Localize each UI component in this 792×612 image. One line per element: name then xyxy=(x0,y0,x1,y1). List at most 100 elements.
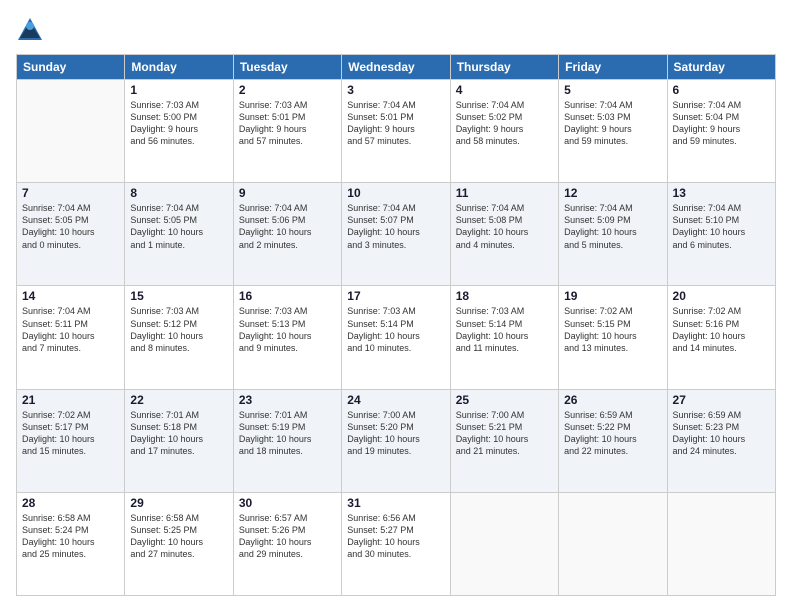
calendar-cell: 5 Sunrise: 7:04 AM Sunset: 5:03 PM Daylig… xyxy=(559,80,667,183)
calendar-cell: 15 Sunrise: 7:03 AM Sunset: 5:12 PM Dayli… xyxy=(125,286,233,389)
day-info: Sunrise: 7:03 AM Sunset: 5:00 PM Dayligh… xyxy=(130,99,227,148)
day-info: Sunrise: 6:58 AM Sunset: 5:25 PM Dayligh… xyxy=(130,512,227,561)
calendar-cell: 8 Sunrise: 7:04 AM Sunset: 5:05 PM Daylig… xyxy=(125,183,233,286)
day-info: Sunrise: 7:04 AM Sunset: 5:05 PM Dayligh… xyxy=(22,202,119,251)
day-info: Sunrise: 7:04 AM Sunset: 5:10 PM Dayligh… xyxy=(673,202,770,251)
week-row-2: 14 Sunrise: 7:04 AM Sunset: 5:11 PM Dayli… xyxy=(17,286,776,389)
day-number: 26 xyxy=(564,393,661,407)
day-info: Sunrise: 6:58 AM Sunset: 5:24 PM Dayligh… xyxy=(22,512,119,561)
week-row-4: 28 Sunrise: 6:58 AM Sunset: 5:24 PM Dayli… xyxy=(17,492,776,595)
day-info: Sunrise: 7:02 AM Sunset: 5:17 PM Dayligh… xyxy=(22,409,119,458)
day-info: Sunrise: 6:57 AM Sunset: 5:26 PM Dayligh… xyxy=(239,512,336,561)
calendar-cell xyxy=(17,80,125,183)
day-number: 14 xyxy=(22,289,119,303)
weekday-header-thursday: Thursday xyxy=(450,55,558,80)
calendar-cell: 27 Sunrise: 6:59 AM Sunset: 5:23 PM Dayli… xyxy=(667,389,775,492)
day-number: 22 xyxy=(130,393,227,407)
day-number: 27 xyxy=(673,393,770,407)
header xyxy=(16,16,776,44)
calendar-cell: 14 Sunrise: 7:04 AM Sunset: 5:11 PM Dayli… xyxy=(17,286,125,389)
calendar-cell: 21 Sunrise: 7:02 AM Sunset: 5:17 PM Dayli… xyxy=(17,389,125,492)
calendar-cell xyxy=(667,492,775,595)
calendar-cell: 4 Sunrise: 7:04 AM Sunset: 5:02 PM Daylig… xyxy=(450,80,558,183)
day-number: 29 xyxy=(130,496,227,510)
day-number: 5 xyxy=(564,83,661,97)
day-number: 6 xyxy=(673,83,770,97)
calendar-cell: 25 Sunrise: 7:00 AM Sunset: 5:21 PM Dayli… xyxy=(450,389,558,492)
day-info: Sunrise: 7:01 AM Sunset: 5:19 PM Dayligh… xyxy=(239,409,336,458)
day-info: Sunrise: 7:04 AM Sunset: 5:09 PM Dayligh… xyxy=(564,202,661,251)
day-number: 1 xyxy=(130,83,227,97)
week-row-3: 21 Sunrise: 7:02 AM Sunset: 5:17 PM Dayli… xyxy=(17,389,776,492)
calendar-cell: 23 Sunrise: 7:01 AM Sunset: 5:19 PM Dayli… xyxy=(233,389,341,492)
calendar-cell: 13Sunrise: 7:04 AM Sunset: 5:10 PM Dayli… xyxy=(667,183,775,286)
weekday-header-friday: Friday xyxy=(559,55,667,80)
day-info: Sunrise: 7:02 AM Sunset: 5:15 PM Dayligh… xyxy=(564,305,661,354)
weekday-header-saturday: Saturday xyxy=(667,55,775,80)
day-info: Sunrise: 7:04 AM Sunset: 5:11 PM Dayligh… xyxy=(22,305,119,354)
day-info: Sunrise: 7:04 AM Sunset: 5:07 PM Dayligh… xyxy=(347,202,444,251)
week-row-0: 1 Sunrise: 7:03 AM Sunset: 5:00 PM Daylig… xyxy=(17,80,776,183)
day-number: 17 xyxy=(347,289,444,303)
day-info: Sunrise: 7:03 AM Sunset: 5:01 PM Dayligh… xyxy=(239,99,336,148)
day-number: 21 xyxy=(22,393,119,407)
day-info: Sunrise: 7:01 AM Sunset: 5:18 PM Dayligh… xyxy=(130,409,227,458)
day-info: Sunrise: 7:04 AM Sunset: 5:05 PM Dayligh… xyxy=(130,202,227,251)
logo xyxy=(16,16,48,44)
day-number: 11 xyxy=(456,186,553,200)
day-number: 9 xyxy=(239,186,336,200)
day-number: 30 xyxy=(239,496,336,510)
calendar-cell: 12Sunrise: 7:04 AM Sunset: 5:09 PM Dayli… xyxy=(559,183,667,286)
calendar-cell: 7Sunrise: 7:04 AM Sunset: 5:05 PM Daylig… xyxy=(17,183,125,286)
calendar-cell: 9 Sunrise: 7:04 AM Sunset: 5:06 PM Daylig… xyxy=(233,183,341,286)
day-number: 25 xyxy=(456,393,553,407)
day-info: Sunrise: 7:04 AM Sunset: 5:06 PM Dayligh… xyxy=(239,202,336,251)
day-number: 18 xyxy=(456,289,553,303)
day-info: Sunrise: 7:00 AM Sunset: 5:21 PM Dayligh… xyxy=(456,409,553,458)
day-number: 15 xyxy=(130,289,227,303)
calendar-cell xyxy=(559,492,667,595)
calendar-cell: 3Sunrise: 7:04 AM Sunset: 5:01 PM Daylig… xyxy=(342,80,450,183)
calendar-cell: 28 Sunrise: 6:58 AM Sunset: 5:24 PM Dayli… xyxy=(17,492,125,595)
weekday-header-row: SundayMondayTuesdayWednesdayThursdayFrid… xyxy=(17,55,776,80)
day-info: Sunrise: 7:04 AM Sunset: 5:02 PM Dayligh… xyxy=(456,99,553,148)
page: SundayMondayTuesdayWednesdayThursdayFrid… xyxy=(0,0,792,612)
day-info: Sunrise: 6:59 AM Sunset: 5:23 PM Dayligh… xyxy=(673,409,770,458)
calendar-cell: 11 Sunrise: 7:04 AM Sunset: 5:08 PM Dayli… xyxy=(450,183,558,286)
day-number: 28 xyxy=(22,496,119,510)
day-number: 23 xyxy=(239,393,336,407)
calendar-cell: 10Sunrise: 7:04 AM Sunset: 5:07 PM Dayli… xyxy=(342,183,450,286)
calendar-table: SundayMondayTuesdayWednesdayThursdayFrid… xyxy=(16,54,776,596)
calendar-cell: 19 Sunrise: 7:02 AM Sunset: 5:15 PM Dayli… xyxy=(559,286,667,389)
weekday-header-sunday: Sunday xyxy=(17,55,125,80)
day-number: 16 xyxy=(239,289,336,303)
week-row-1: 7Sunrise: 7:04 AM Sunset: 5:05 PM Daylig… xyxy=(17,183,776,286)
day-number: 31 xyxy=(347,496,444,510)
calendar-cell: 30 Sunrise: 6:57 AM Sunset: 5:26 PM Dayli… xyxy=(233,492,341,595)
weekday-header-monday: Monday xyxy=(125,55,233,80)
day-number: 4 xyxy=(456,83,553,97)
calendar-cell: 22 Sunrise: 7:01 AM Sunset: 5:18 PM Dayli… xyxy=(125,389,233,492)
day-info: Sunrise: 7:04 AM Sunset: 5:08 PM Dayligh… xyxy=(456,202,553,251)
calendar-cell: 29 Sunrise: 6:58 AM Sunset: 5:25 PM Dayli… xyxy=(125,492,233,595)
logo-icon xyxy=(16,16,44,44)
calendar-cell xyxy=(450,492,558,595)
day-number: 19 xyxy=(564,289,661,303)
day-info: Sunrise: 6:56 AM Sunset: 5:27 PM Dayligh… xyxy=(347,512,444,561)
weekday-header-tuesday: Tuesday xyxy=(233,55,341,80)
day-info: Sunrise: 7:03 AM Sunset: 5:12 PM Dayligh… xyxy=(130,305,227,354)
day-number: 3 xyxy=(347,83,444,97)
day-info: Sunrise: 7:00 AM Sunset: 5:20 PM Dayligh… xyxy=(347,409,444,458)
calendar-cell: 6 Sunrise: 7:04 AM Sunset: 5:04 PM Daylig… xyxy=(667,80,775,183)
calendar-body: 1 Sunrise: 7:03 AM Sunset: 5:00 PM Daylig… xyxy=(17,80,776,596)
day-info: Sunrise: 7:04 AM Sunset: 5:04 PM Dayligh… xyxy=(673,99,770,148)
day-info: Sunrise: 7:04 AM Sunset: 5:03 PM Dayligh… xyxy=(564,99,661,148)
day-info: Sunrise: 7:03 AM Sunset: 5:13 PM Dayligh… xyxy=(239,305,336,354)
day-number: 20 xyxy=(673,289,770,303)
day-info: Sunrise: 7:03 AM Sunset: 5:14 PM Dayligh… xyxy=(347,305,444,354)
calendar-cell: 24Sunrise: 7:00 AM Sunset: 5:20 PM Dayli… xyxy=(342,389,450,492)
calendar-cell: 31 Sunrise: 6:56 AM Sunset: 5:27 PM Dayli… xyxy=(342,492,450,595)
day-info: Sunrise: 7:03 AM Sunset: 5:14 PM Dayligh… xyxy=(456,305,553,354)
day-number: 8 xyxy=(130,186,227,200)
calendar-cell: 18 Sunrise: 7:03 AM Sunset: 5:14 PM Dayli… xyxy=(450,286,558,389)
